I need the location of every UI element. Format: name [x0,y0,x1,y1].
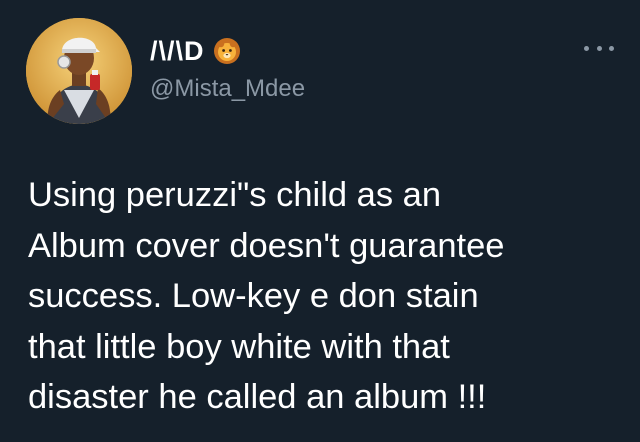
more-dot-icon [584,45,589,51]
tweet-text: Using peruzzi"s child as an Album cover … [28,176,505,416]
avatar-photo [26,18,132,124]
author-name-row: /\/\D [150,34,241,68]
more-dot-icon [609,45,614,51]
author-handle[interactable]: @Mista_Mdee [150,74,305,104]
tweet-card: /\/\D @Mista_Mdee Using peruzzi"s child … [0,0,640,442]
lion-face-icon [213,37,241,65]
avatar[interactable] [26,18,132,124]
more-dot-icon [596,45,602,51]
more-options-button[interactable] [584,38,614,58]
display-name[interactable]: /\/\D [150,34,205,68]
